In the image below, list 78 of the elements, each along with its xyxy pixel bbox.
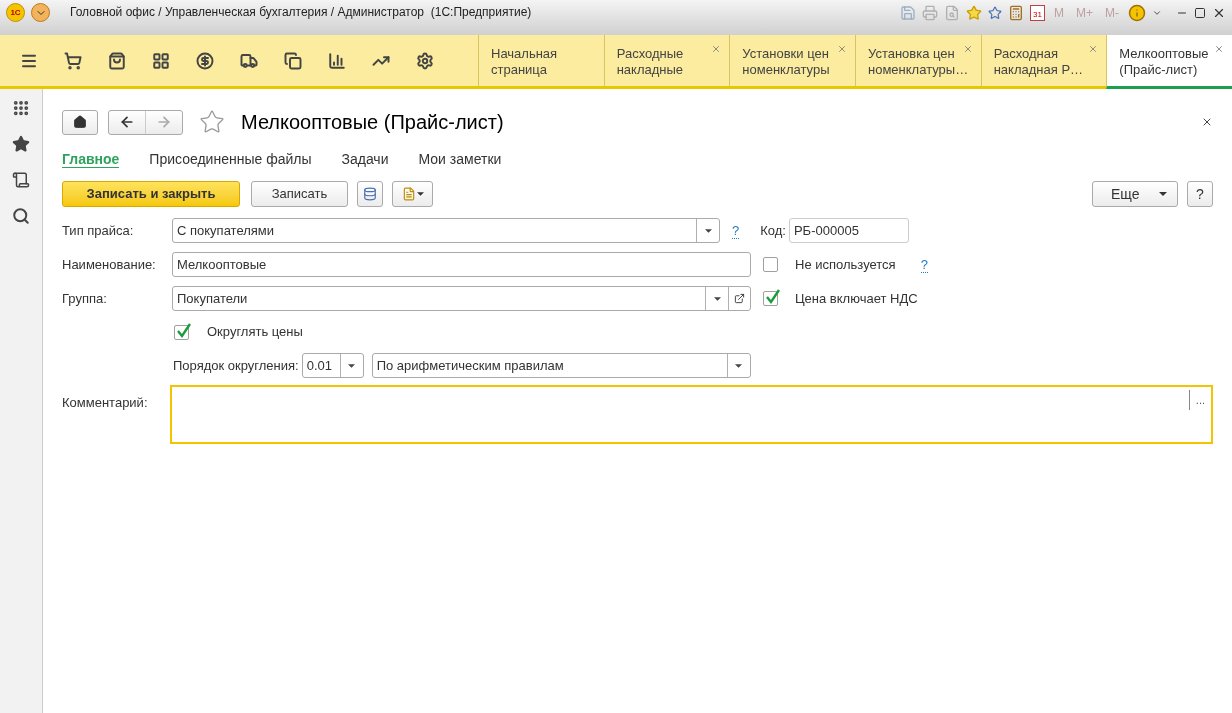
settings-icon[interactable]	[414, 51, 436, 70]
documents-icon[interactable]	[282, 51, 304, 70]
maximize-icon[interactable]	[1194, 6, 1206, 19]
apps-icon[interactable]	[12, 99, 30, 117]
help-button[interactable]: ?	[1187, 181, 1213, 207]
form-tab[interactable]: Мои заметки	[418, 151, 502, 168]
help-link[interactable]: ?	[920, 256, 928, 273]
checkbox-label: Не используется	[795, 255, 896, 274]
comment-field[interactable]: ...	[170, 385, 1213, 444]
open-tab[interactable]: Мелкооптовые (Прайс-лист)	[1106, 35, 1232, 89]
field-label: Комментарий:	[62, 394, 149, 412]
checkbox-label: Цена включает НДС	[795, 289, 918, 308]
favorite-star-icon[interactable]	[199, 109, 225, 135]
bookmark-icon[interactable]	[988, 5, 1002, 20]
help-link[interactable]: ?	[732, 222, 740, 239]
field-label: Группа:	[62, 289, 108, 308]
form-title: Мелкооптовые (Прайс-лист)	[241, 110, 504, 135]
checkbox[interactable]	[763, 257, 778, 272]
list-icon	[363, 187, 377, 201]
checkbox-label: Округлять цены	[207, 323, 303, 342]
open-tab[interactable]: Расходные накладные	[603, 35, 730, 86]
coin-icon[interactable]	[194, 51, 216, 70]
close-tab-icon[interactable]	[962, 44, 973, 54]
search-icon[interactable]	[12, 207, 30, 225]
form-tab[interactable]: Присоединенные файлы	[149, 151, 312, 168]
checkmark-icon	[176, 322, 192, 339]
close-icon[interactable]	[1201, 116, 1213, 128]
more-button[interactable]: Еще	[1092, 181, 1178, 207]
open-tab[interactable]: Начальная страница	[478, 35, 604, 86]
open-tab[interactable]: Установка цен номенклатуры…	[855, 35, 981, 86]
field-label: Наименование:	[62, 255, 157, 274]
field-label: Порядок округления:	[173, 356, 299, 375]
document-icon	[401, 187, 416, 201]
cart-icon[interactable]	[62, 51, 84, 70]
field-label: Код:	[760, 221, 786, 240]
save-and-close-button[interactable]: Записать и закрыть	[62, 181, 240, 207]
caret-icon	[735, 363, 743, 368]
caret-icon	[416, 192, 424, 196]
rounding-field[interactable]: 0.01	[301, 353, 364, 378]
caret-icon	[704, 228, 712, 233]
star-icon[interactable]	[12, 135, 30, 153]
star-icon[interactable]	[966, 4, 982, 21]
close-tab-icon[interactable]	[711, 44, 722, 54]
info-icon[interactable]	[1128, 3, 1146, 22]
name-field[interactable]: Мелкооптовые	[172, 252, 751, 277]
document-menu-button[interactable]	[392, 181, 433, 207]
rounding-method-field[interactable]: По арифметическим правилам	[371, 353, 751, 378]
close-tab-icon[interactable]	[1214, 44, 1225, 54]
price-type-field[interactable]: С покупателями	[172, 218, 720, 243]
select-button[interactable]: ...	[1188, 390, 1205, 410]
group-field[interactable]: Покупатели	[172, 286, 751, 311]
save-button[interactable]: Записать	[251, 181, 348, 207]
calculator-icon[interactable]	[1008, 4, 1024, 21]
history-icon[interactable]	[12, 171, 30, 189]
app-logo[interactable]: 1С	[6, 3, 25, 22]
menu-dropdown-button[interactable]	[31, 3, 50, 22]
bag-icon[interactable]	[106, 51, 128, 70]
close-tab-icon[interactable]	[1088, 44, 1099, 54]
calendar-icon[interactable]: 31	[1030, 4, 1045, 21]
home-button[interactable]	[62, 109, 98, 135]
list-button[interactable]	[357, 181, 383, 207]
checkbox[interactable]	[174, 324, 189, 340]
form-tab[interactable]: Задачи	[341, 151, 389, 168]
window-title: Головной офис / Управленческая бухгалтерия / Администратор (1С:Предприятие)	[70, 4, 532, 21]
checkmark-icon	[765, 289, 781, 305]
home-icon	[73, 115, 87, 129]
open-tab[interactable]: Установки цен номенклатуры	[729, 35, 855, 86]
code-field[interactable]: РБ-000005	[788, 218, 909, 243]
caret-icon	[713, 296, 721, 301]
open-icon	[734, 293, 745, 304]
grid-icon[interactable]	[150, 51, 172, 70]
checkbox[interactable]	[763, 291, 778, 306]
bar-chart-icon[interactable]	[326, 51, 348, 70]
caret-icon	[348, 363, 356, 368]
truck-icon[interactable]	[238, 51, 260, 70]
field-label: Тип прайса:	[62, 221, 135, 240]
caret-icon	[1159, 192, 1167, 196]
close-tab-icon[interactable]	[837, 44, 847, 54]
